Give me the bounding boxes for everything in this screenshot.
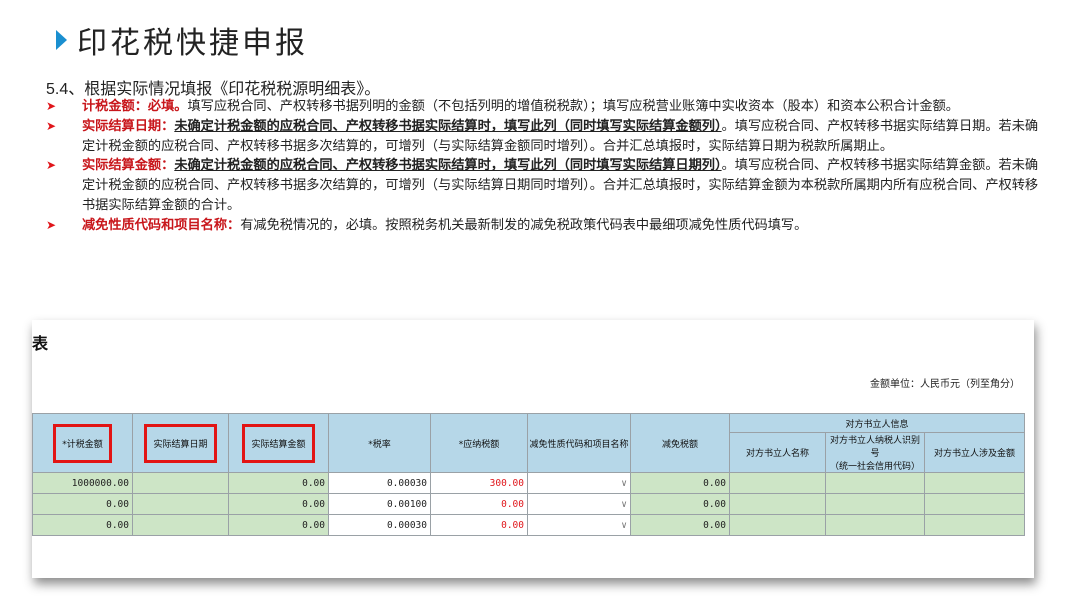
taxable-amount-cell[interactable]: 1000000.00	[32, 472, 133, 494]
header-settle-amount: 实际结算金额	[228, 413, 329, 473]
exempt-amount-cell[interactable]: 0.00	[630, 514, 730, 536]
tax-rate-cell[interactable]: 0.00100	[328, 493, 431, 515]
tax-source-table: *计税金额 实际结算日期 实际结算金额 *税率 *应纳税额 减免性质代码和项目名…	[32, 413, 1025, 536]
header-counterparty-group: 对方书立人信息	[729, 413, 1025, 433]
table-row: 0.00 0.00 0.00100 0.00 ∨ 0.00	[32, 493, 1025, 515]
header-tax-rate: *税率	[328, 413, 431, 473]
settle-amount-cell[interactable]: 0.00	[228, 493, 329, 515]
bullet-label: 实际结算日期：	[82, 118, 175, 134]
header-cp-id-line2: （统一社会信用代码）	[829, 462, 920, 472]
settle-amount-cell[interactable]: 0.00	[228, 472, 329, 494]
highlight-box: 实际结算日期	[144, 423, 217, 463]
tax-rate-cell[interactable]: 0.00030	[328, 514, 431, 536]
triangle-bullet-icon	[56, 30, 67, 50]
arrow-bullet-icon: ➤	[46, 217, 57, 232]
cp-amount-cell[interactable]	[924, 493, 1025, 515]
chevron-down-icon: ∨	[621, 477, 627, 489]
header-exemption-code: 减免性质代码和项目名称	[527, 413, 631, 473]
bullet-underline-text: 未确定计税金额的应税合同、产权转移书据实际结算时，填写此列（同时填写实际结算日期…	[174, 158, 722, 174]
bullet-item: ➤ 减免性质代码和项目名称：有减免税情况的，必填。按照税务机关最新制发的减免税政…	[44, 216, 1044, 236]
bullet-underline-text: 未确定计税金额的应税合同、产权转移书据实际结算时，填写此列（同时填写实际结算金额…	[174, 118, 722, 134]
exemption-code-dropdown[interactable]: ∨	[527, 514, 631, 536]
cp-id-cell[interactable]	[825, 514, 925, 536]
unit-note: 金额单位：人民币元（列至角分）	[870, 379, 1020, 390]
bullet-item: ➤ 实际结算金额：未确定计税金额的应税合同、产权转移书据实际结算时，填写此列（同…	[44, 156, 1044, 215]
header-exempt-amount: 减免税额	[630, 413, 730, 473]
settle-date-cell[interactable]	[132, 493, 229, 515]
cp-id-cell[interactable]	[825, 472, 925, 494]
cp-name-cell[interactable]	[729, 514, 826, 536]
bullet-label: 减免性质代码和项目名称：	[82, 217, 241, 233]
cp-name-cell[interactable]	[729, 493, 826, 515]
tax-payable-cell: 0.00	[430, 493, 528, 515]
tax-rate-cell[interactable]: 0.00030	[328, 472, 431, 494]
taxable-amount-cell[interactable]: 0.00	[32, 514, 133, 536]
chevron-down-icon: ∨	[621, 498, 627, 510]
exemption-code-dropdown[interactable]: ∨	[527, 472, 631, 494]
settle-date-cell[interactable]	[132, 472, 229, 494]
bullet-text: 有减免税情况的，必填。按照税务机关最新制发的减免税政策代码表中最细项减免性质代码…	[240, 217, 808, 233]
settle-amount-cell[interactable]: 0.00	[228, 514, 329, 536]
bullet-list: ➤ 计税金额：必填。填写应税合同、产权转移书据列明的金额（不包括列明的增值税税款…	[44, 97, 1044, 236]
header-tax-payable: *应纳税额	[430, 413, 528, 473]
bullet-label: 实际结算金额：	[82, 158, 175, 174]
arrow-bullet-icon: ➤	[46, 158, 57, 173]
highlight-box: *计税金额	[53, 423, 112, 463]
tax-payable-cell: 300.00	[430, 472, 528, 494]
form-screenshot: 表 金额单位：人民币元（列至角分） *计税金额 实际结算日期 实际结算金额 *税…	[32, 320, 1034, 578]
slide-title-text: 印花税快捷申报	[77, 26, 308, 61]
header-cp-id: 对方书立人纳税人识别号 （统一社会信用代码）	[825, 432, 925, 473]
header-cp-name: 对方书立人名称	[729, 432, 826, 473]
cp-amount-cell[interactable]	[924, 514, 1025, 536]
cp-name-cell[interactable]	[729, 472, 826, 494]
settle-date-cell[interactable]	[132, 514, 229, 536]
table-row: 0.00 0.00 0.00030 0.00 ∨ 0.00	[32, 514, 1025, 536]
form-title-fragment: 表	[32, 334, 49, 353]
bullet-item: ➤ 计税金额：必填。填写应税合同、产权转移书据列明的金额（不包括列明的增值税税款…	[44, 97, 1044, 117]
tax-payable-cell: 0.00	[430, 514, 528, 536]
header-cp-id-line1: 对方书立人纳税人识别号	[829, 436, 920, 459]
arrow-bullet-icon: ➤	[46, 99, 57, 113]
taxable-amount-cell[interactable]: 0.00	[32, 493, 133, 515]
highlight-box: 实际结算金额	[242, 423, 315, 463]
exempt-amount-cell[interactable]: 0.00	[630, 472, 730, 494]
exemption-code-dropdown[interactable]: ∨	[527, 493, 631, 515]
header-cp-amount: 对方书立人涉及金额	[924, 432, 1025, 473]
cp-amount-cell[interactable]	[924, 472, 1025, 494]
slide-title: 印花税快捷申报	[56, 18, 308, 62]
exempt-amount-cell[interactable]: 0.00	[630, 493, 730, 515]
arrow-bullet-icon: ➤	[46, 118, 57, 133]
header-taxable-amount: *计税金额	[32, 413, 133, 473]
bullet-item: ➤ 实际结算日期：未确定计税金额的应税合同、产权转移书据实际结算时，填写此列（同…	[44, 117, 1044, 157]
bullet-text: 填写应税合同、产权转移书据列明的金额（不包括列明的增值税税款）；填写应税营业账簿…	[187, 99, 959, 114]
chevron-down-icon: ∨	[621, 519, 627, 531]
bullet-label: 计税金额：必填。	[82, 99, 188, 114]
cp-id-cell[interactable]	[825, 493, 925, 515]
table-row: 1000000.00 0.00 0.00030 300.00 ∨ 0.00	[32, 472, 1025, 494]
slide-subtitle: 5.4、根据实际情况填报《印花税税源明细表》。	[46, 81, 381, 98]
header-settle-date: 实际结算日期	[132, 413, 229, 473]
